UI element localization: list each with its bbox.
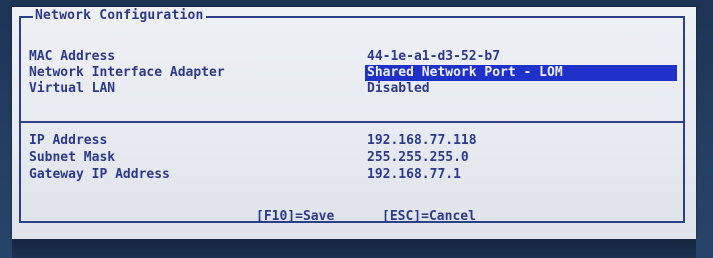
field-label: Network Interface Adapter [29, 65, 225, 80]
field-label: IP Address [29, 133, 108, 148]
frame-title: Network Configuration [33, 8, 206, 24]
field-label: Subnet Mask [29, 150, 116, 165]
field-label: Gateway IP Address [29, 167, 170, 182]
field-value: 255.255.255.0 [367, 150, 469, 165]
bios-screen: Network Configuration MAC Address 44-1e-… [0, 0, 713, 258]
field-value: 192.168.77.1 [367, 167, 461, 182]
field-subnet-mask[interactable]: Subnet Mask 255.255.255.0 [29, 150, 679, 166]
field-ip-address[interactable]: IP Address 192.168.77.118 [29, 133, 679, 149]
save-key-hint[interactable]: [F10]=Save [256, 209, 334, 225]
field-label: MAC Address [29, 49, 116, 64]
screen-bottom-band [12, 239, 696, 258]
field-virtual-lan[interactable]: Virtual LAN Disabled [29, 81, 679, 97]
network-config-frame: Network Configuration MAC Address 44-1e-… [19, 8, 685, 225]
selected-field-value[interactable]: Shared Network Port - LOM [365, 65, 677, 81]
network-config-dialog: Network Configuration MAC Address 44-1e-… [12, 7, 696, 239]
field-value: 44-1e-a1-d3-52-b7 [367, 49, 501, 64]
section-divider [21, 121, 683, 123]
field-label: Virtual LAN [29, 81, 116, 96]
field-gateway-ip-address[interactable]: Gateway IP Address 192.168.77.1 [29, 167, 679, 183]
field-mac-address[interactable]: MAC Address 44-1e-a1-d3-52-b7 [29, 49, 679, 65]
field-value: Disabled [367, 81, 430, 96]
field-network-interface-adapter[interactable]: Network Interface Adapter Shared Network… [29, 65, 679, 81]
field-value: 192.168.77.118 [367, 133, 477, 148]
cancel-key-hint[interactable]: [ESC]=Cancel [382, 209, 476, 225]
